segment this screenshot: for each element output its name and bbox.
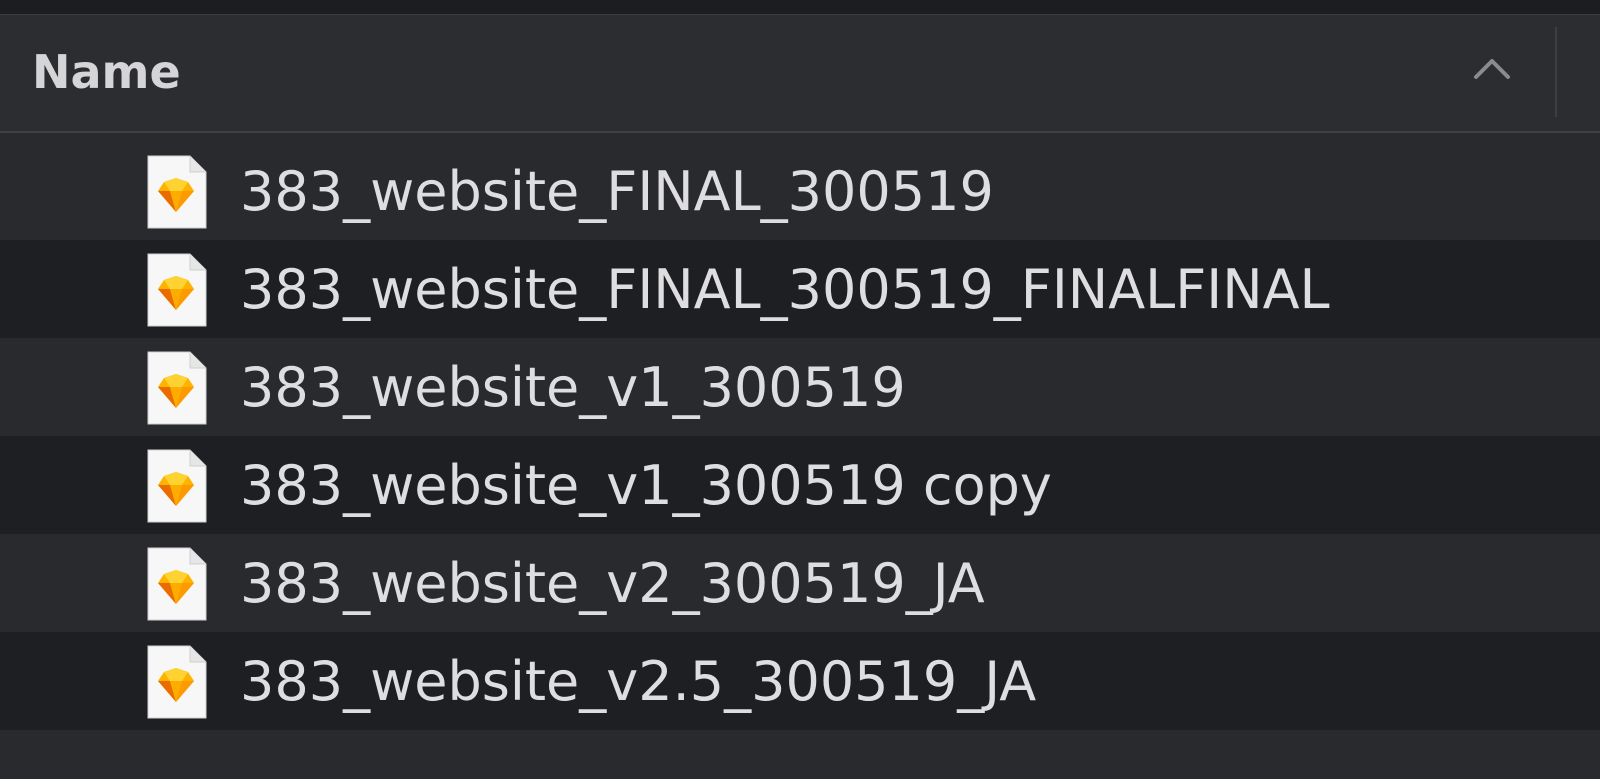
sketch-file-icon	[147, 155, 207, 229]
file-row[interactable]: 383_website_FINAL_300519	[0, 142, 1600, 240]
file-row[interactable]: 383_website_v2_300519_JA	[0, 534, 1600, 632]
sketch-file-icon	[147, 645, 207, 719]
name-column-header[interactable]: Name	[32, 46, 181, 98]
file-name: 383_website_FINAL_300519_FINALFINAL	[240, 258, 1330, 321]
list-empty-area[interactable]	[0, 730, 1600, 779]
file-name: 383_website_v1_300519	[240, 356, 906, 419]
file-row[interactable]: 383_website_v2.5_300519_JA	[0, 632, 1600, 730]
file-row[interactable]: 383_website_v1_300519	[0, 338, 1600, 436]
file-row[interactable]: 383_website_v1_300519 copy	[0, 436, 1600, 534]
window-top-bar	[0, 0, 1600, 15]
sketch-file-icon	[147, 449, 207, 523]
column-divider[interactable]	[1555, 27, 1557, 117]
file-name: 383_website_v2.5_300519_JA	[240, 650, 1037, 713]
sketch-file-icon	[147, 547, 207, 621]
file-list: 383_website_FINAL_300519 383_website_FIN…	[0, 142, 1600, 730]
chevron-up-icon[interactable]	[1472, 55, 1512, 81]
file-name: 383_website_FINAL_300519	[240, 160, 994, 223]
sketch-file-icon	[147, 351, 207, 425]
file-name: 383_website_v2_300519_JA	[240, 552, 985, 615]
file-row[interactable]: 383_website_FINAL_300519_FINALFINAL	[0, 240, 1600, 338]
column-header-bar[interactable]: Name	[0, 15, 1600, 133]
file-name: 383_website_v1_300519 copy	[240, 454, 1052, 517]
sketch-file-icon	[147, 253, 207, 327]
